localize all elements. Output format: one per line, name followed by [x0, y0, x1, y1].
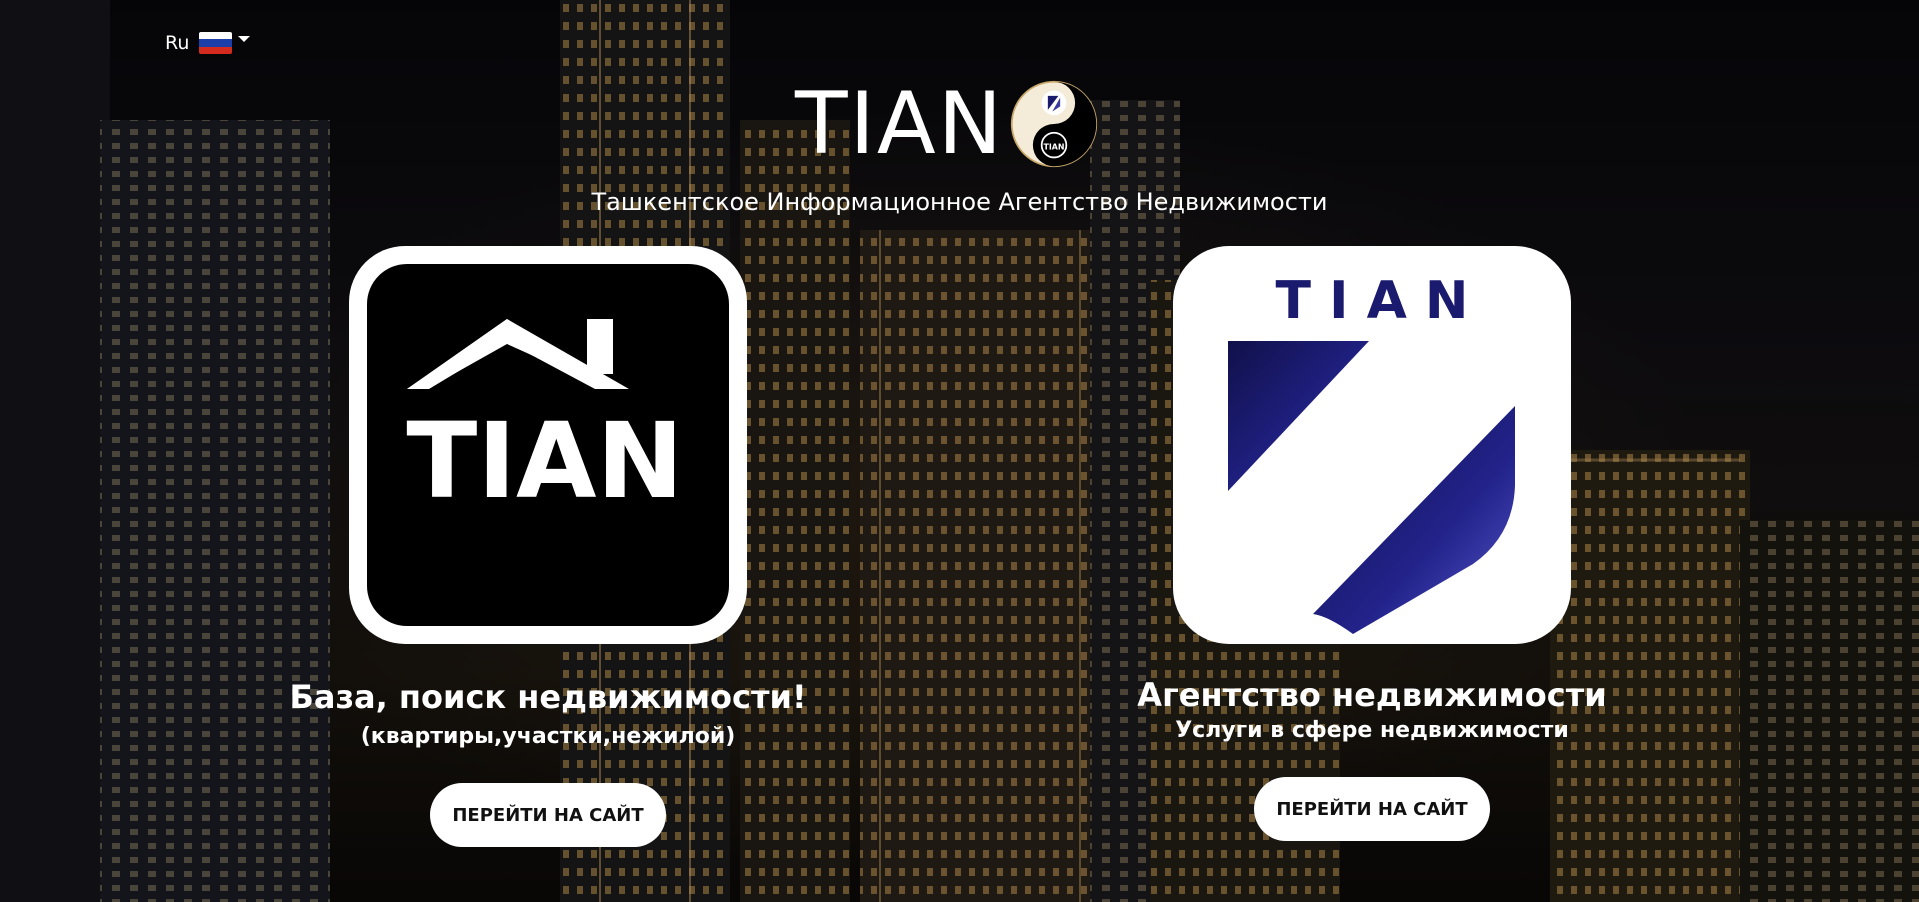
house-roof-icon: TIAN	[406, 319, 684, 522]
brand-header: TIAN TIAN	[795, 80, 1098, 168]
card-title-database: База, поиск недвижимости!	[289, 678, 807, 716]
tagline: Ташкентское Информационное Агентство Нед…	[591, 188, 1328, 216]
shield-icon: T I A N	[1228, 271, 1515, 634]
house-logo-text: TIAN	[406, 400, 683, 522]
landing-page: Ru TIAN TIAN Ташкентское Информационное …	[0, 0, 1919, 902]
russia-flag-icon	[199, 32, 233, 54]
card-subtitle-database: (квартиры,участки,нежилой)	[360, 724, 736, 749]
yin-yang-emblem-icon: TIAN	[1010, 80, 1098, 168]
brand-name: TIAN	[795, 74, 1005, 174]
card-subtitle-agency: Услуги в сфере недвижимости	[1175, 718, 1569, 743]
shield-logo-text: T I A N	[1276, 271, 1469, 331]
language-selector[interactable]: Ru	[165, 32, 251, 54]
chevron-down-icon	[238, 36, 251, 42]
language-code: Ru	[165, 32, 190, 54]
card-title-agency: Агентство недвижимости	[1137, 676, 1607, 714]
go-to-site-button-database[interactable]: ПЕРЕЙТИ НА САЙТ	[430, 783, 666, 847]
go-to-site-button-agency[interactable]: ПЕРЕЙТИ НА САЙТ	[1254, 777, 1490, 841]
tian-house-logo[interactable]: TIAN	[349, 246, 747, 644]
real-estate-agency-card: T I A N Агентство недвижимости Услуги в …	[1112, 246, 1632, 841]
tian-shield-logo[interactable]: T I A N	[1173, 246, 1571, 644]
svg-text:TIAN: TIAN	[1044, 143, 1065, 152]
real-estate-database-card: TIAN База, поиск недвижимости! (квартиры…	[280, 246, 816, 847]
